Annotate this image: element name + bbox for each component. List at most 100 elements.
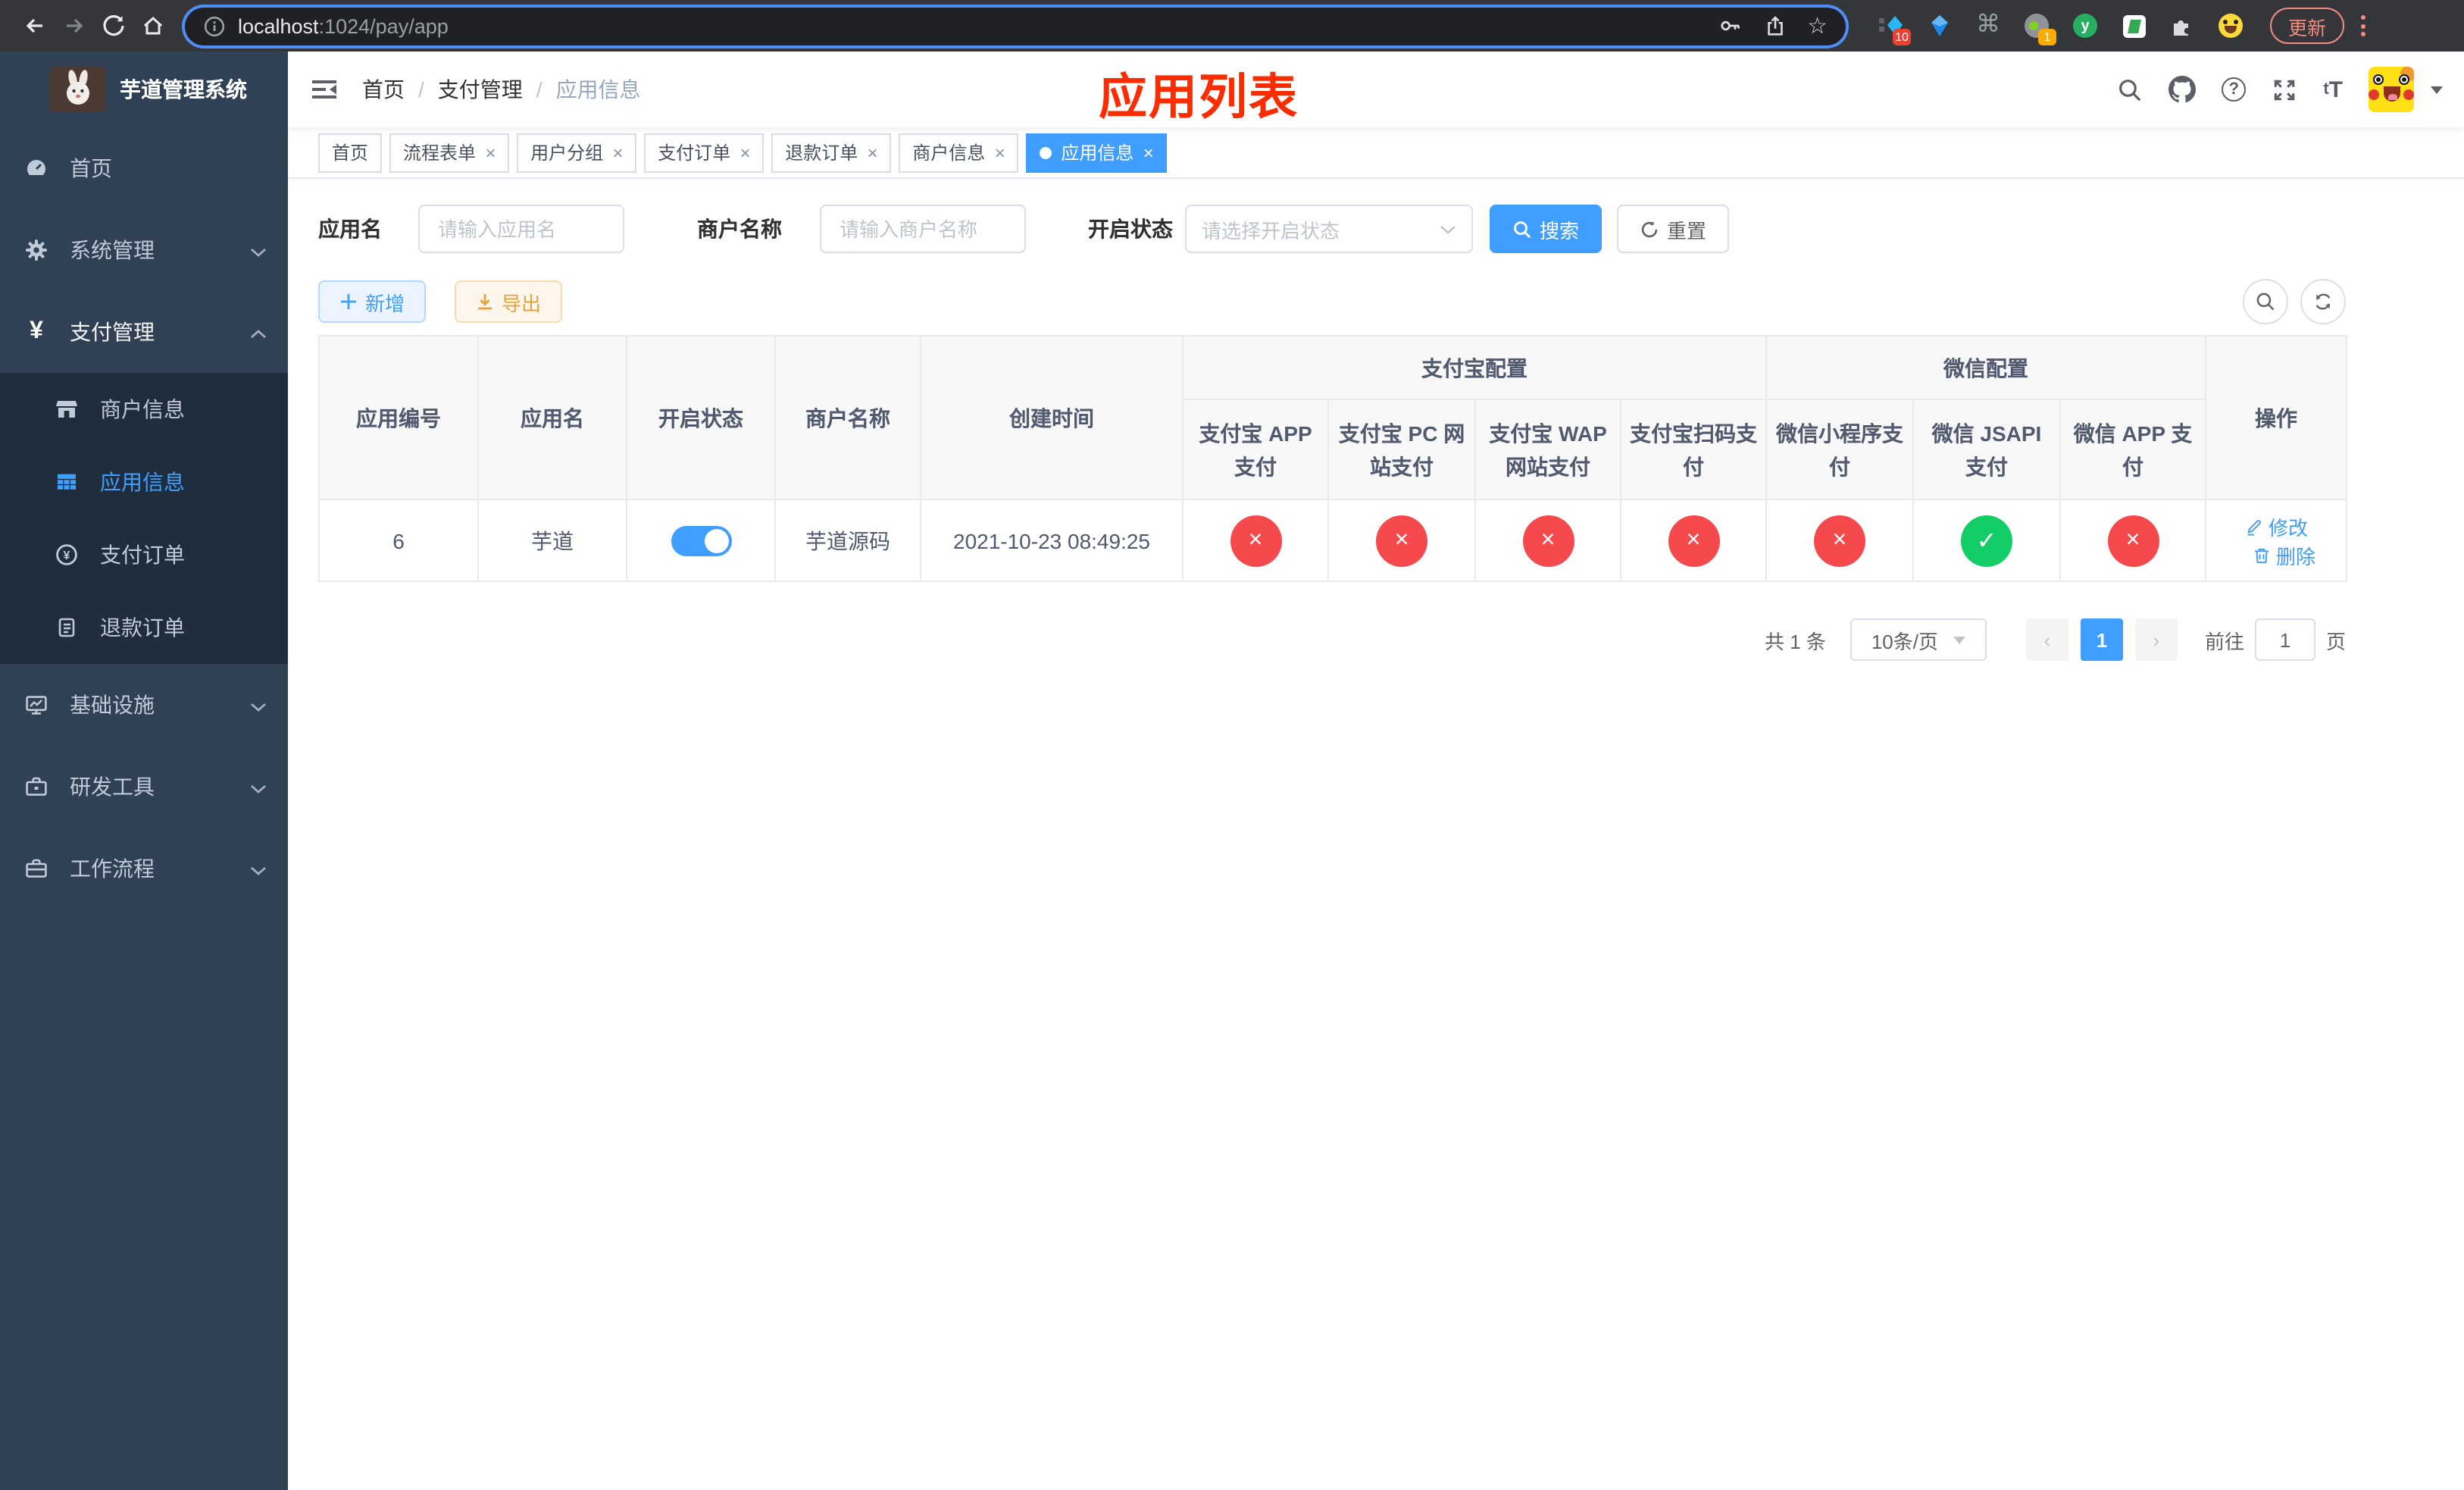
user-avatar[interactable] bbox=[2369, 67, 2414, 112]
breadcrumb-home[interactable]: 首页 bbox=[362, 74, 405, 105]
search-form: 应用名 商户名称 开启状态 请选择开启状态 搜索 重置 bbox=[318, 205, 2464, 253]
profile-avatar-icon[interactable] bbox=[2217, 12, 2244, 39]
sidebar-item-pay-order[interactable]: ¥ 支付订单 bbox=[0, 518, 288, 591]
sidebar-item-label: 系统管理 bbox=[70, 238, 155, 262]
close-icon[interactable]: × bbox=[740, 143, 750, 161]
chrome-update-button[interactable]: 更新 bbox=[2270, 8, 2345, 44]
export-button[interactable]: 导出 bbox=[455, 280, 563, 323]
github-button[interactable] bbox=[2169, 76, 2197, 103]
close-icon[interactable]: × bbox=[612, 143, 623, 161]
delete-button[interactable]: 删除 bbox=[2252, 540, 2315, 569]
close-icon[interactable]: × bbox=[867, 143, 877, 161]
sidebar-item-pay[interactable]: ¥ 支付管理 bbox=[0, 291, 288, 373]
col-created: 创建时间 bbox=[920, 335, 1184, 500]
tag-merchant-info[interactable]: 商户信息 × bbox=[899, 133, 1019, 172]
tag-pay-order[interactable]: 支付订单 × bbox=[644, 133, 765, 172]
search-button[interactable]: 搜索 bbox=[1490, 205, 1603, 253]
extension-diamond-icon[interactable]: 10 bbox=[1878, 12, 1911, 45]
reload-button[interactable] bbox=[94, 6, 133, 45]
app-name-input[interactable] bbox=[418, 205, 624, 253]
sidebar-item-label: 基础设施 bbox=[70, 693, 155, 717]
sidebar-item-system[interactable]: 系统管理 bbox=[0, 209, 288, 291]
wx-app-status-icon: × bbox=[2107, 515, 2159, 566]
tag-user-group[interactable]: 用户分组 × bbox=[517, 133, 637, 172]
header-search-button[interactable] bbox=[2117, 77, 2143, 102]
key-icon bbox=[1720, 20, 1740, 31]
document-icon bbox=[55, 615, 79, 640]
page-size-select[interactable]: 10条/页 bbox=[1850, 618, 1987, 661]
refresh-icon bbox=[1641, 220, 1658, 237]
page-number-1[interactable]: 1 bbox=[2080, 618, 2123, 661]
sidebar-item-merchant-info[interactable]: 商户信息 bbox=[0, 373, 288, 446]
merchant-name-input[interactable] bbox=[820, 205, 1026, 253]
bookmark-star-button[interactable]: ☆ bbox=[1807, 14, 1828, 37]
annotation-title: 应用列表 bbox=[1099, 70, 1299, 124]
url-text[interactable]: localhost:1024/pay/app bbox=[238, 14, 1696, 37]
extension-recorder-icon[interactable]: 1 bbox=[2023, 12, 2056, 45]
sidebar-item-label: 支付订单 bbox=[100, 543, 185, 567]
yuan-icon: ¥ bbox=[30, 318, 43, 344]
refresh-table-button[interactable] bbox=[2300, 279, 2346, 324]
add-button[interactable]: 新增 bbox=[318, 280, 427, 323]
sidebar-item-infra[interactable]: 基础设施 bbox=[0, 664, 288, 746]
sidebar-item-dev-tools[interactable]: 研发工具 bbox=[0, 746, 288, 828]
status-select[interactable]: 请选择开启状态 bbox=[1185, 205, 1473, 253]
browser-menu-button[interactable] bbox=[2359, 15, 2366, 36]
search-icon bbox=[2256, 293, 2275, 311]
alipay-wap-status-icon: × bbox=[1522, 515, 1574, 566]
extension-balloon-icon[interactable] bbox=[1926, 12, 1953, 39]
font-size-button[interactable]: tT bbox=[2323, 77, 2343, 102]
home-icon bbox=[143, 16, 163, 35]
close-icon[interactable]: × bbox=[1143, 143, 1153, 161]
extensions-puzzle-icon[interactable] bbox=[2169, 12, 2196, 39]
svg-text:¥: ¥ bbox=[64, 549, 70, 562]
tag-process-form[interactable]: 流程表单 × bbox=[389, 133, 510, 172]
pagination: 共 1 条 10条/页 ‹ 1 › 前往 页 bbox=[318, 618, 2346, 661]
tag-refund-order[interactable]: 退款订单 × bbox=[771, 133, 892, 172]
site-info-icon[interactable] bbox=[203, 14, 226, 37]
reset-button[interactable]: 重置 bbox=[1617, 205, 1730, 253]
sidebar-item-workflow[interactable]: 工作流程 bbox=[0, 828, 288, 909]
share-button[interactable] bbox=[1763, 14, 1786, 37]
fullscreen-button[interactable] bbox=[2272, 77, 2297, 102]
goto-page-input[interactable] bbox=[2254, 618, 2315, 661]
sidebar-item-home[interactable]: 首页 bbox=[0, 127, 288, 209]
extension-y-icon[interactable]: y bbox=[2072, 12, 2099, 39]
sidebar-item-refund-order[interactable]: 退款订单 bbox=[0, 591, 288, 664]
address-bar[interactable]: localhost:1024/pay/app ☆ bbox=[185, 7, 1846, 45]
tag-app-info[interactable]: 应用信息 × bbox=[1026, 133, 1168, 172]
col-wx-app: 微信 APP 支付 bbox=[2059, 399, 2207, 500]
show-search-button[interactable] bbox=[2243, 279, 2288, 324]
prev-page-button[interactable]: ‹ bbox=[2025, 618, 2068, 661]
password-key-button[interactable] bbox=[1718, 14, 1742, 38]
extension-command-icon[interactable]: ⌘ bbox=[1975, 12, 2002, 39]
sidebar-item-label: 研发工具 bbox=[70, 775, 155, 799]
total-count: 共 1 条 bbox=[1765, 630, 1826, 653]
monitor-icon bbox=[24, 693, 48, 717]
tag-home[interactable]: 首页 bbox=[318, 133, 383, 172]
forward-button[interactable] bbox=[55, 6, 94, 45]
app-title: 芋道管理系统 bbox=[120, 77, 247, 102]
question-icon: ? bbox=[2222, 77, 2247, 102]
collapse-sidebar-button[interactable] bbox=[288, 77, 350, 102]
avatar-caret-icon[interactable] bbox=[2431, 86, 2443, 93]
close-icon[interactable]: × bbox=[485, 143, 496, 161]
edit-button[interactable]: 修改 bbox=[2244, 512, 2308, 540]
sidebar-item-app-info[interactable]: 应用信息 bbox=[0, 446, 288, 518]
help-button[interactable]: ? bbox=[2222, 77, 2247, 102]
merchant-name-label: 商户名称 bbox=[697, 217, 782, 241]
sidebar-item-label: 支付管理 bbox=[70, 320, 155, 344]
extension-notes-icon[interactable] bbox=[2120, 12, 2147, 39]
app-logo[interactable]: 芋道管理系统 bbox=[0, 52, 288, 127]
navbar: 首页 / 支付管理 / 应用信息 应用列表 ? t T bbox=[288, 52, 2464, 127]
chevron-down-icon bbox=[250, 856, 267, 881]
chevron-down-icon bbox=[1953, 636, 1965, 643]
close-icon[interactable]: × bbox=[994, 143, 1005, 161]
breadcrumb-pay[interactable]: 支付管理 bbox=[438, 74, 523, 105]
col-alipay-app: 支付宝 APP 支付 bbox=[1182, 399, 1329, 500]
status-toggle[interactable] bbox=[671, 525, 731, 556]
table-row: 6 芋道 芋道源码 2021-10-23 08:49:25 × × × × × … bbox=[318, 499, 2348, 582]
home-button[interactable] bbox=[133, 6, 173, 45]
next-page-button[interactable]: › bbox=[2134, 618, 2178, 661]
back-button[interactable] bbox=[15, 6, 55, 45]
